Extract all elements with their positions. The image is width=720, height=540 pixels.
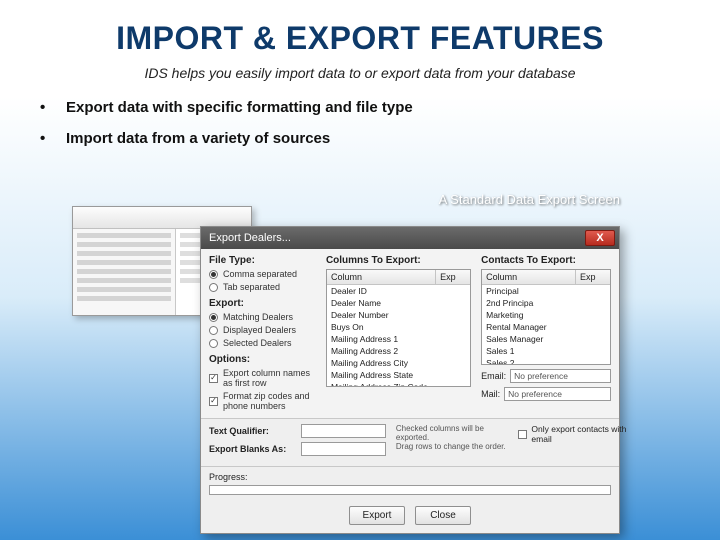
figure-caption: A Standard Data Export Screen	[439, 192, 620, 207]
progress-bar	[209, 485, 611, 495]
contacts-header-column: Column	[482, 270, 576, 284]
export-dialog: Export Dealers... X File Type: Comma sep…	[200, 226, 620, 534]
pane-file-options: File Type: Comma separated Tab separated…	[209, 255, 316, 414]
export-blanks-label: Export Blanks As:	[209, 444, 295, 454]
options-label: Options:	[209, 354, 316, 365]
mail-pref-select[interactable]: No preference	[504, 387, 611, 401]
bullet-item: Export data with specific formatting and…	[40, 99, 720, 116]
columns-to-export-label: Columns To Export:	[326, 255, 471, 266]
columns-note: Checked columns will be exported.	[396, 424, 509, 442]
contacts-listbox[interactable]: Column Exp Principal 2nd Principa Market…	[481, 269, 611, 365]
bullet-item: Import data from a variety of sources	[40, 130, 720, 147]
columns-header-exp: Exp	[436, 270, 470, 284]
close-icon[interactable]: X	[585, 230, 615, 246]
columns-header-column: Column	[327, 270, 436, 284]
mail-pref-label: Mail:	[481, 389, 500, 399]
radio-matching-dealers[interactable]: Matching Dealers	[209, 312, 316, 322]
close-button[interactable]: Close	[415, 506, 471, 525]
page-title: IMPORT & EXPORT FEATURES	[0, 0, 720, 57]
text-qualifier-field[interactable]	[301, 424, 386, 438]
export-button[interactable]: Export	[349, 506, 405, 525]
email-preference-row: Email: No preference	[481, 369, 611, 383]
contacts-to-export-label: Contacts To Export:	[481, 255, 611, 266]
page-subtitle: IDS helps you easily import data to or e…	[0, 65, 720, 81]
text-qualifier-label: Text Qualifier:	[209, 426, 295, 436]
check-only-email-contacts[interactable]: Only export contacts with email	[518, 424, 631, 444]
email-pref-select[interactable]: No preference	[510, 369, 611, 383]
radio-displayed-dealers[interactable]: Displayed Dealers	[209, 325, 316, 335]
dialog-titlebar: Export Dealers... X	[201, 227, 619, 249]
feature-bullets: Export data with specific formatting and…	[40, 99, 720, 147]
export-blanks-field[interactable]	[301, 442, 386, 456]
contacts-header-exp: Exp	[576, 270, 610, 284]
check-format-zip-phone[interactable]: Format zip codes and phone numbers	[209, 391, 316, 411]
columns-note-2: Drag rows to change the order.	[396, 442, 509, 451]
progress-label: Progress:	[209, 472, 248, 482]
radio-comma-separated[interactable]: Comma separated	[209, 269, 316, 279]
file-type-label: File Type:	[209, 255, 316, 266]
email-pref-label: Email:	[481, 371, 506, 381]
check-export-column-names[interactable]: Export column names as first row	[209, 368, 316, 388]
dialog-title-text: Export Dealers...	[209, 232, 291, 244]
pane-columns: Columns To Export: Column Exp Dealer ID …	[326, 255, 471, 414]
columns-listbox[interactable]: Column Exp Dealer ID Dealer Name Dealer …	[326, 269, 471, 387]
mail-preference-row: Mail: No preference	[481, 387, 611, 401]
radio-tab-separated[interactable]: Tab separated	[209, 282, 316, 292]
pane-contacts: Contacts To Export: Column Exp Principal…	[481, 255, 611, 414]
radio-selected-dealers[interactable]: Selected Dealers	[209, 338, 316, 348]
export-scope-label: Export:	[209, 298, 316, 309]
